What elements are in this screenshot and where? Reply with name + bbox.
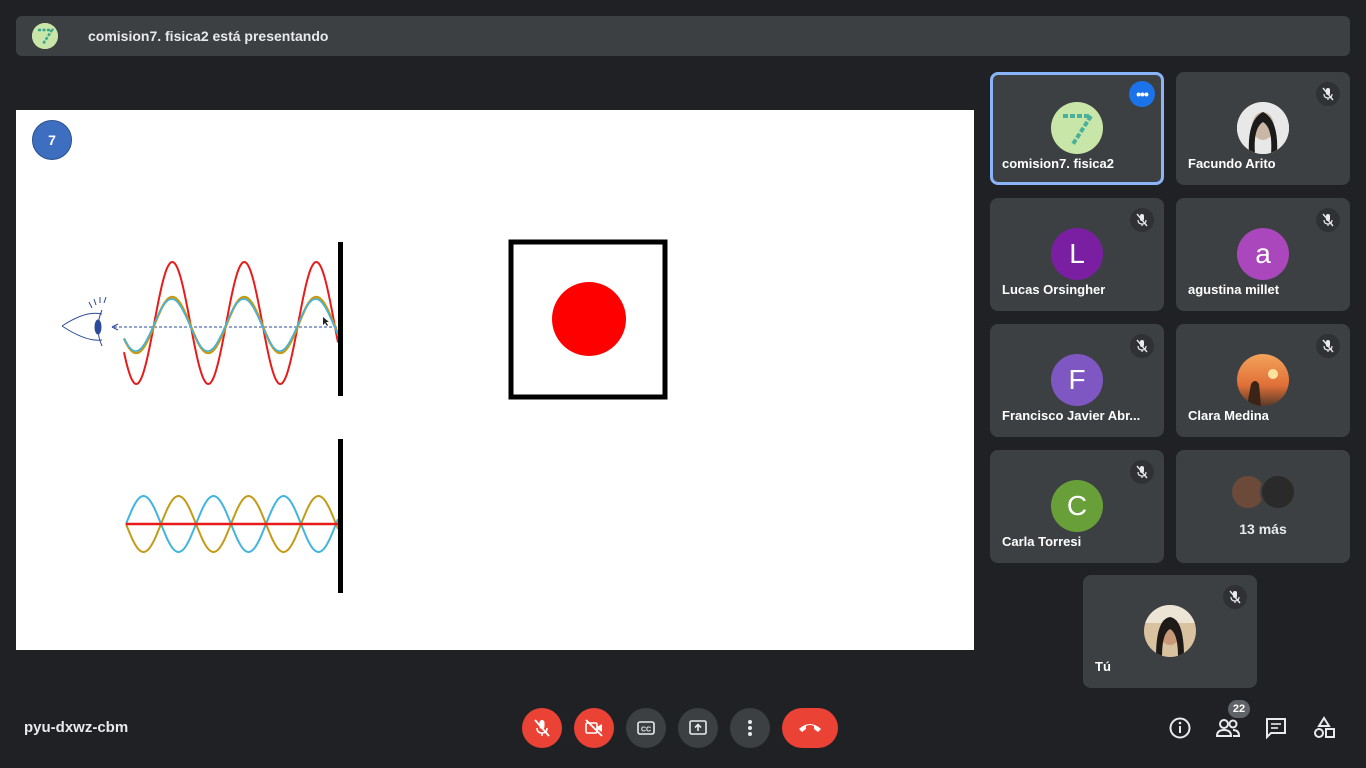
participant-name: Tú bbox=[1095, 659, 1111, 674]
avatar bbox=[1144, 605, 1196, 657]
activities-button[interactable] bbox=[1310, 714, 1338, 742]
avatar: C bbox=[1051, 480, 1103, 532]
more-options-button[interactable]: ••• bbox=[1129, 81, 1155, 107]
mic-off-icon bbox=[1316, 334, 1340, 358]
present-screen-button[interactable] bbox=[678, 708, 718, 748]
activities-icon bbox=[1314, 716, 1335, 738]
mic-off-icon bbox=[1130, 334, 1154, 358]
participant-name: Francisco Javier Abr... bbox=[1002, 408, 1141, 423]
mic-off-icon bbox=[1130, 208, 1154, 232]
avatar bbox=[1051, 102, 1103, 154]
participant-tile[interactable]: a agustina millet bbox=[1176, 198, 1350, 311]
participant-name: Lucas Orsingher bbox=[1002, 282, 1106, 297]
people-icon bbox=[1215, 719, 1241, 737]
meeting-code: pyu-dxwz-cbm bbox=[24, 719, 129, 736]
captions-button[interactable]: CC bbox=[626, 708, 666, 748]
mic-off-icon bbox=[1316, 208, 1340, 232]
mic-off-icon bbox=[1223, 585, 1247, 609]
presenter-avatar bbox=[32, 23, 58, 49]
info-icon bbox=[1169, 717, 1191, 739]
hang-up-icon bbox=[799, 724, 821, 732]
mic-off-icon bbox=[1130, 460, 1154, 484]
avatar-initial: a bbox=[1255, 238, 1271, 269]
participant-tile[interactable]: L Lucas Orsingher bbox=[990, 198, 1164, 311]
avatar-initial: C bbox=[1066, 490, 1088, 521]
avatar: a bbox=[1237, 228, 1289, 280]
avatar bbox=[1237, 102, 1289, 154]
participant-name: Facundo Arito bbox=[1188, 156, 1276, 171]
mic-off-icon bbox=[534, 719, 550, 737]
captions-icon: CC bbox=[637, 721, 655, 735]
camera-off-icon bbox=[585, 719, 603, 737]
chat-button[interactable] bbox=[1262, 714, 1290, 742]
participant-name: agustina millet bbox=[1188, 282, 1280, 297]
participant-tile[interactable]: F Francisco Javier Abr... bbox=[990, 324, 1164, 437]
mic-off-icon bbox=[1316, 82, 1340, 106]
slide-drawing bbox=[61, 239, 668, 593]
leave-call-button[interactable] bbox=[782, 708, 838, 748]
more-vert-icon bbox=[748, 720, 752, 736]
self-tile[interactable]: Tú bbox=[1083, 575, 1257, 688]
avatar-initial: F bbox=[1068, 364, 1086, 395]
avatar-stack bbox=[1230, 474, 1300, 510]
people-button[interactable] bbox=[1214, 714, 1242, 742]
more-participants-tile[interactable]: 13 más bbox=[1176, 450, 1350, 563]
avatar-initial: L bbox=[1069, 238, 1085, 269]
meeting-details-button[interactable] bbox=[1166, 714, 1194, 742]
avatar bbox=[1260, 474, 1296, 510]
avatar: L bbox=[1051, 228, 1103, 280]
eye-icon bbox=[61, 296, 107, 347]
present-icon bbox=[689, 720, 707, 735]
avatar: F bbox=[1051, 354, 1103, 406]
participant-tile[interactable]: Facundo Arito bbox=[1176, 72, 1350, 185]
participant-tile[interactable]: ••• comision7. fisica2 bbox=[990, 72, 1164, 185]
more-options-button[interactable] bbox=[730, 708, 770, 748]
presenting-text: comision7. fisica2 está presentando bbox=[88, 28, 329, 44]
participant-name: comision7. fisica2 bbox=[1002, 156, 1114, 171]
presenting-banner: comision7. fisica2 está presentando bbox=[16, 16, 1350, 56]
participant-name: Carla Torresi bbox=[1002, 534, 1082, 549]
mic-toggle-button[interactable] bbox=[522, 708, 562, 748]
presentation-stage: 7 bbox=[16, 110, 974, 650]
more-count: 13 más bbox=[1239, 521, 1287, 537]
avatar bbox=[1237, 354, 1289, 406]
people-count-badge: 22 bbox=[1228, 700, 1250, 718]
participant-name: Clara Medina bbox=[1188, 408, 1269, 423]
camera-toggle-button[interactable] bbox=[574, 708, 614, 748]
slide-number-badge: 7 bbox=[32, 120, 72, 160]
participant-tile[interactable]: Clara Medina bbox=[1176, 324, 1350, 437]
chat-icon bbox=[1266, 718, 1286, 740]
participant-tile[interactable]: C Carla Torresi bbox=[990, 450, 1164, 563]
svg-text:CC: CC bbox=[641, 727, 651, 734]
